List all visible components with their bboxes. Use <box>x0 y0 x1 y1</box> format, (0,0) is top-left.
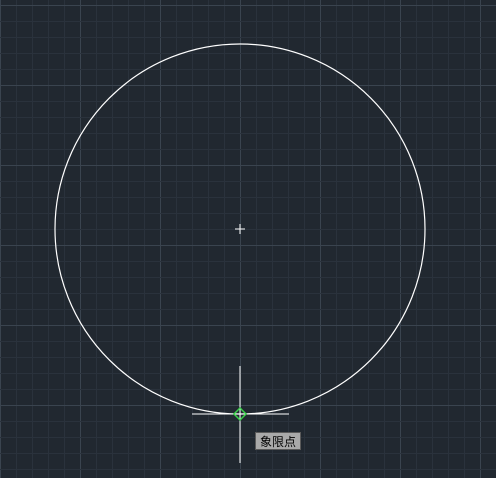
osnap-tooltip: 象限点 <box>255 432 302 450</box>
canvas-background <box>0 0 496 478</box>
osnap-tooltip-label: 象限点 <box>260 435 297 449</box>
drawing-viewport[interactable]: 象限点 <box>0 0 496 478</box>
model-space-canvas[interactable] <box>0 0 496 478</box>
